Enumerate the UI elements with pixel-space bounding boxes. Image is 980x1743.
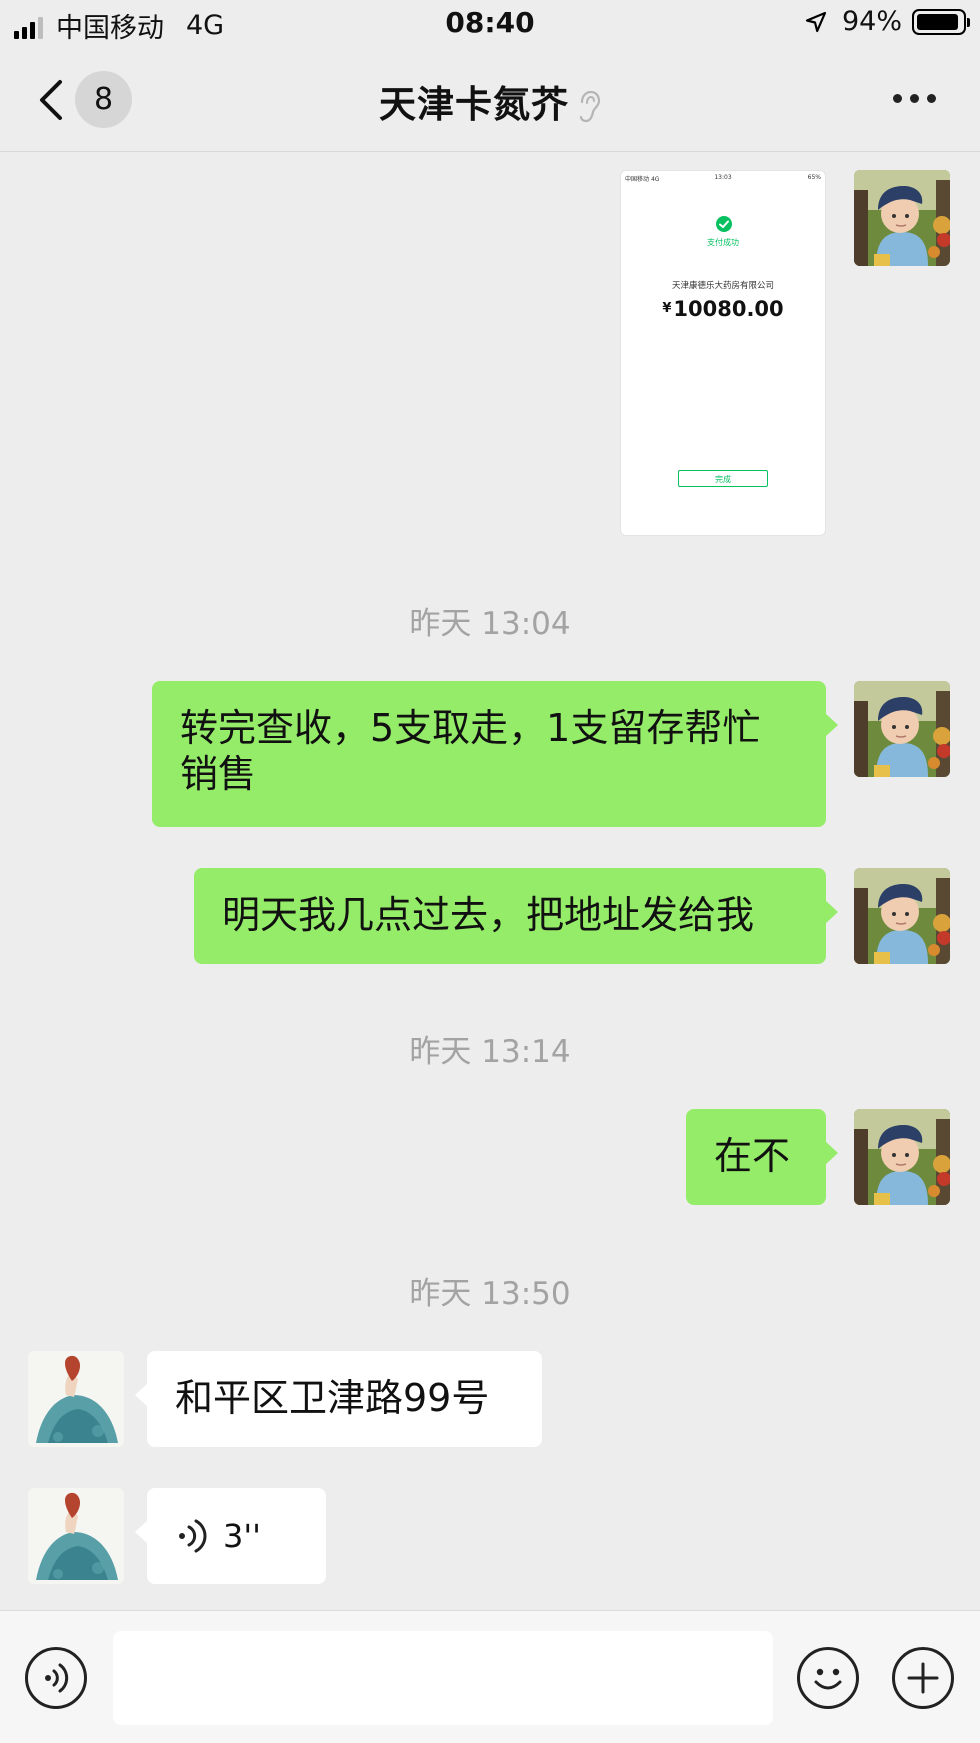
voice-duration: 3'' [223,1517,261,1555]
outgoing-message-bubble[interactable]: 在不 [686,1109,838,1205]
timestamp: 昨天 13:50 [409,1276,571,1312]
outgoing-message-bubble[interactable]: 明天我几点过去，把地址发给我 [194,868,838,964]
pay-success-label: 支付成功 [707,238,739,247]
chat-title: 天津卡氮芥 [379,83,569,126]
pay-done-button: 完成 [678,470,768,487]
image-status-bar: 中国移动 4G 13:03 65% [625,174,821,184]
pay-merchant: 天津康德乐大药房有限公司 [671,281,774,291]
pay-amount-value: 10080.00 [673,297,784,321]
chat-title-wrap: 天津卡氮芥 [0,74,980,128]
ear-icon [579,90,601,122]
outgoing-message-bubble[interactable]: 转完查收，5支取走，1支留存帮忙销售 [152,681,838,827]
voice-wave-icon [179,1519,207,1553]
image-battery: 65% [807,174,821,181]
message-input[interactable] [113,1631,773,1725]
image-time: 13:03 [714,174,732,181]
location-arrow-icon [805,11,827,32]
battery-percent: 94% [841,6,902,37]
more-options-icon[interactable] [893,94,936,103]
self-avatar[interactable] [854,1109,950,1205]
plus-icon [907,1662,939,1694]
message-text: 和平区卫津路99号 [175,1376,490,1420]
chat-header: 8 天津卡氮芥 [0,50,980,152]
pay-currency: ¥ [662,301,672,316]
input-bar [0,1610,980,1743]
pay-amount: ¥10080.00 [621,297,825,321]
add-more-button[interactable] [892,1647,954,1709]
voice-message-bubble[interactable]: 3'' [135,1488,326,1584]
self-avatar[interactable] [854,170,950,266]
message-text: 明天我几点过去，把地址发给我 [222,893,755,937]
self-avatar[interactable] [854,681,950,777]
peer-avatar[interactable] [28,1488,124,1584]
payment-screenshot-image[interactable]: 中国移动 4G 13:03 65% 支付成功 天津康德乐大药房有限公司 ¥100… [620,170,826,536]
emoji-icon [814,1668,842,1690]
timestamp: 昨天 13:04 [409,606,571,642]
message-text: 在不 [714,1134,791,1178]
self-avatar[interactable] [854,868,950,964]
incoming-message-bubble[interactable]: 和平区卫津路99号 [135,1351,542,1447]
pay-success-check-icon [716,216,732,232]
voice-mode-button[interactable] [25,1647,87,1709]
battery-icon [912,8,970,35]
message-text: 转完查收，5支取走，1支留存帮忙销售 [180,706,761,796]
timestamp: 昨天 13:14 [409,1034,571,1070]
emoji-button[interactable] [797,1647,859,1709]
status-bar: 中国移动 4G 08:40 94% [0,0,980,50]
peer-avatar[interactable] [28,1351,124,1447]
voice-icon [45,1663,69,1693]
